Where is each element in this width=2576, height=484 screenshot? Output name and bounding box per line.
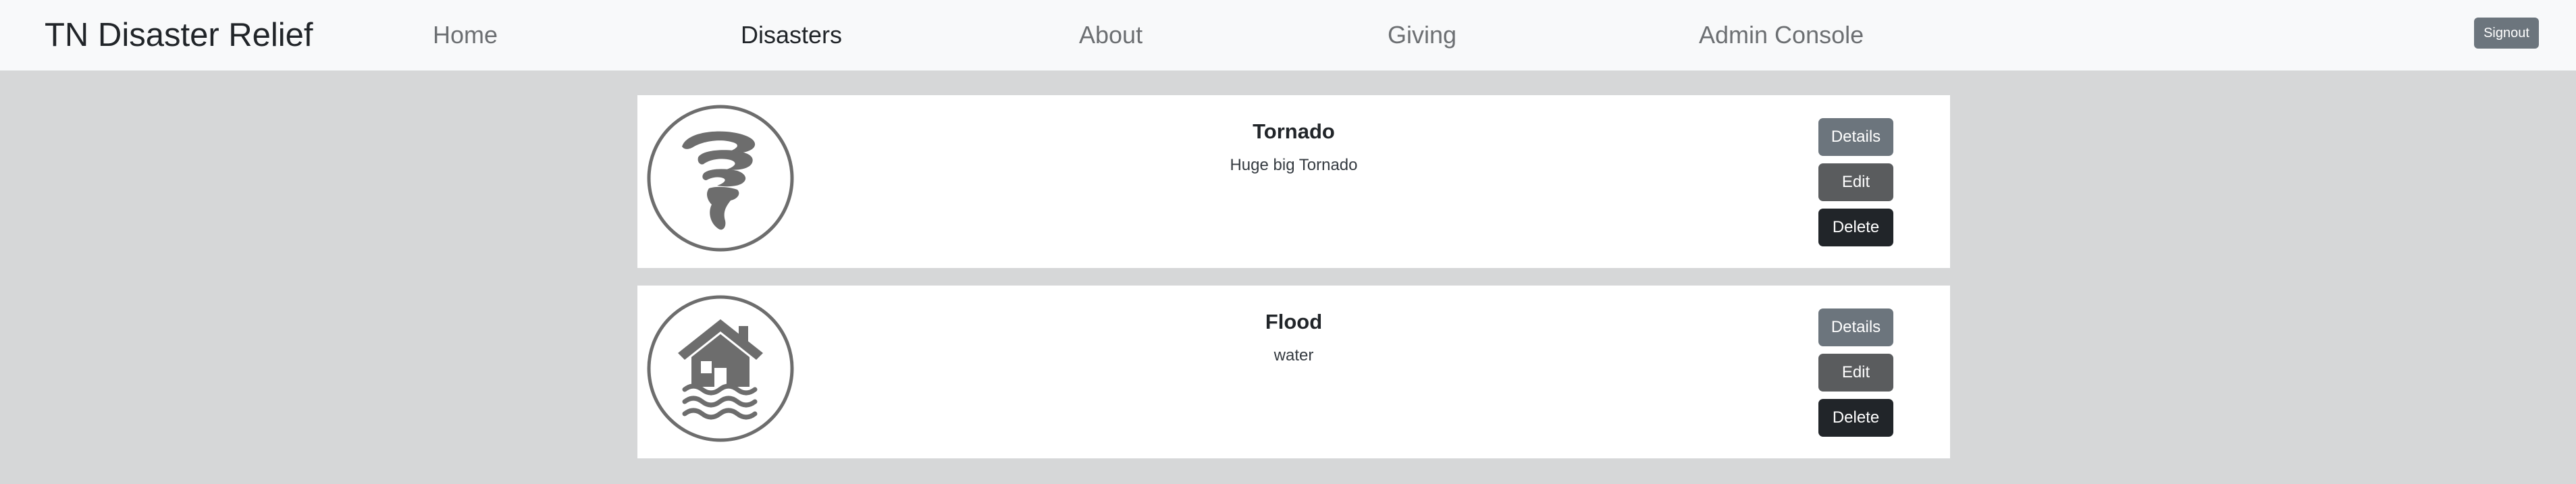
nav-link-giving[interactable]: Giving [1388,19,1456,51]
signout-button[interactable]: Signout [2474,18,2539,49]
delete-button[interactable]: Delete [1818,399,1893,437]
disaster-card: Tornado Huge big Tornado Details Edit De… [637,95,1950,268]
disaster-title: Tornado [1253,119,1335,143]
disaster-title: Flood [1265,310,1323,333]
nav-link-disasters[interactable]: Disasters [741,19,842,51]
disaster-description: Huge big Tornado [1230,156,1358,174]
top-navbar: TN Disaster Relief Home Disasters About … [0,0,2576,71]
nav-link-home[interactable]: Home [433,19,498,51]
nav-link-about[interactable]: About [1079,19,1142,51]
nav-link-admin-console[interactable]: Admin Console [1699,19,1864,51]
disaster-description: water [1273,346,1314,365]
brand-title[interactable]: TN Disaster Relief [45,15,313,55]
edit-button[interactable]: Edit [1818,354,1893,392]
details-button[interactable]: Details [1818,118,1893,156]
details-button[interactable]: Details [1818,308,1893,346]
disaster-card: Flood water Details Edit Delete [637,286,1950,458]
delete-button[interactable]: Delete [1818,209,1893,246]
edit-button[interactable]: Edit [1818,163,1893,201]
